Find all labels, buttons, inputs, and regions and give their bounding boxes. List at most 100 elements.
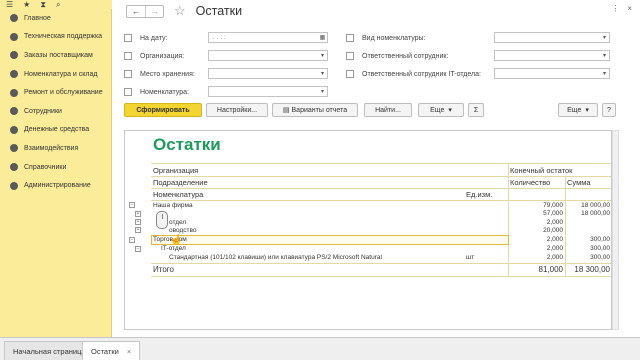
- sidebar-item-label: Администрирование: [24, 182, 91, 190]
- selected-cell: [151, 235, 509, 245]
- grid-line: [151, 176, 611, 177]
- section-icon: [10, 32, 18, 41]
- window-titlebar: ← → ☆ Остатки: [122, 3, 242, 19]
- page-title: Остатки: [195, 4, 243, 18]
- tab-remains[interactable]: Остатки ×: [82, 341, 141, 360]
- calendar-icon[interactable]: ▦: [318, 33, 327, 42]
- more-button[interactable]: Еще ▾: [418, 103, 464, 117]
- sidebar-item-money[interactable]: Денежные средства: [0, 121, 111, 140]
- variants-icon: ▤: [282, 107, 290, 114]
- tab-label: Остатки: [91, 347, 119, 356]
- chevron-down-icon: ▾: [585, 107, 589, 114]
- collapse-icon[interactable]: −: [129, 202, 135, 208]
- sidebar-item-admin[interactable]: Администрирование: [0, 176, 111, 195]
- favorites-star-icon[interactable]: ★: [23, 0, 30, 9]
- nomenclature-type-checkbox[interactable]: [346, 34, 354, 42]
- filter-nomenclature: Номенклатура:: [124, 86, 189, 98]
- storage-checkbox[interactable]: [124, 70, 132, 78]
- responsible-label: Ответственный сотрудник:: [362, 52, 449, 60]
- generate-button[interactable]: Сформировать: [124, 103, 202, 117]
- collapse-icon[interactable]: −: [135, 246, 141, 252]
- expand-icon[interactable]: +: [135, 227, 141, 233]
- forward-arrow-icon[interactable]: →: [145, 5, 163, 17]
- sidebar-item-support[interactable]: Техническая поддержка: [0, 28, 111, 47]
- filter-org: Организация:: [124, 50, 184, 62]
- close-icon[interactable]: ×: [127, 347, 131, 356]
- row-qty: 2,000: [546, 219, 563, 226]
- row-qty: 2,000: [546, 254, 563, 261]
- header-unit: Ед.изм.: [466, 190, 493, 199]
- tab-home[interactable]: Начальная страница: [4, 341, 95, 360]
- chevron-down-icon[interactable]: ▾: [600, 69, 609, 78]
- sidebar-item-label: Взаимодействия: [24, 144, 79, 152]
- storage-input[interactable]: ▾: [208, 68, 328, 79]
- sidebar-item-label: Номенклатура и склад: [24, 70, 98, 78]
- sidebar-item-label: Денежные средства: [24, 126, 90, 134]
- row-qty: 57,000: [543, 210, 563, 217]
- org-checkbox[interactable]: [124, 52, 132, 60]
- section-icon: [10, 51, 18, 60]
- header-org: Организация: [153, 166, 199, 175]
- chevron-down-icon[interactable]: ▾: [600, 33, 609, 42]
- sidebar-item-main[interactable]: Главное: [0, 9, 111, 28]
- nomenclature-checkbox[interactable]: [124, 88, 132, 96]
- org-input[interactable]: ▾: [208, 50, 328, 61]
- org-label: Организация:: [140, 52, 185, 60]
- menu-icon[interactable]: ☰: [6, 0, 13, 9]
- header-dept: Подразделение: [153, 178, 208, 187]
- sidebar-item-references[interactable]: Справочники: [0, 158, 111, 177]
- sidebar-item-warehouse[interactable]: Номенклатура и склад: [0, 65, 111, 84]
- find-button[interactable]: Найти...: [364, 103, 412, 117]
- more-right-button[interactable]: Еще ▾: [558, 103, 598, 117]
- expand-icon[interactable]: +: [135, 219, 141, 225]
- section-icon: [10, 107, 18, 116]
- report-variants-button[interactable]: ▤ Варианты отчета: [272, 103, 358, 117]
- date-checkbox[interactable]: [124, 34, 132, 42]
- favorite-star-icon[interactable]: ☆: [174, 3, 186, 19]
- grid-line: [151, 276, 611, 277]
- responsible-checkbox[interactable]: [346, 52, 354, 60]
- grid-line: [151, 163, 611, 164]
- report-spreadsheet[interactable]: Остатки Организация Конечный остаток Под…: [124, 130, 612, 330]
- sidebar: Главное Техническая поддержка Заказы пос…: [0, 9, 112, 337]
- nomenclature-type-label: Вид номенклатуры:: [362, 34, 426, 42]
- collapse-icon[interactable]: −: [129, 237, 135, 243]
- report-scrollbar[interactable]: [612, 130, 619, 330]
- row-label: отдел: [169, 219, 187, 226]
- report-variants-label: Варианты отчета: [291, 106, 348, 114]
- section-icon: [10, 88, 18, 97]
- chevron-down-icon[interactable]: ▾: [600, 51, 609, 60]
- menu-dots-icon[interactable]: ⋮: [611, 4, 619, 13]
- help-button[interactable]: ?: [602, 103, 616, 117]
- report-title: Остатки: [153, 135, 221, 154]
- nav-buttons: ← →: [126, 4, 164, 18]
- back-arrow-icon[interactable]: ←: [127, 6, 145, 17]
- section-icon: [10, 144, 18, 153]
- row-qty: 2,000: [546, 245, 563, 252]
- responsible-it-label: Ответственный сотрудник IT-отдела:: [362, 70, 481, 78]
- open-windows-bar: Начальная страница Остатки ×: [0, 337, 640, 360]
- chevron-down-icon[interactable]: ▾: [318, 87, 327, 96]
- chevron-down-icon[interactable]: ▾: [318, 69, 327, 78]
- section-icon: [10, 125, 18, 134]
- hand-cursor-icon: ☝: [170, 235, 183, 246]
- sum-button[interactable]: Σ: [468, 103, 484, 117]
- sidebar-item-repair[interactable]: Ремонт и обслуживание: [0, 83, 111, 102]
- filter-responsible: Ответственный сотрудник:: [346, 50, 448, 62]
- close-icon[interactable]: ×: [627, 4, 632, 13]
- tab-label: Начальная страница: [13, 347, 86, 356]
- responsible-it-checkbox[interactable]: [346, 70, 354, 78]
- settings-button[interactable]: Настройки...: [206, 103, 268, 117]
- responsible-it-input[interactable]: ▾: [494, 68, 610, 79]
- nomenclature-input[interactable]: ▾: [208, 86, 328, 97]
- nomenclature-type-input[interactable]: ▾: [494, 32, 610, 43]
- sidebar-item-orders[interactable]: Заказы поставщикам: [0, 46, 111, 65]
- expand-icon[interactable]: +: [135, 211, 141, 217]
- row-qty: 79,000: [543, 202, 563, 209]
- sidebar-item-interactions[interactable]: Взаимодействия: [0, 139, 111, 158]
- sidebar-item-employees[interactable]: Сотрудники: [0, 102, 111, 121]
- date-input[interactable]: . . : : ▦: [208, 32, 328, 43]
- responsible-input[interactable]: ▾: [494, 50, 610, 61]
- chevron-down-icon[interactable]: ▾: [318, 51, 327, 60]
- grid-line: [151, 263, 611, 264]
